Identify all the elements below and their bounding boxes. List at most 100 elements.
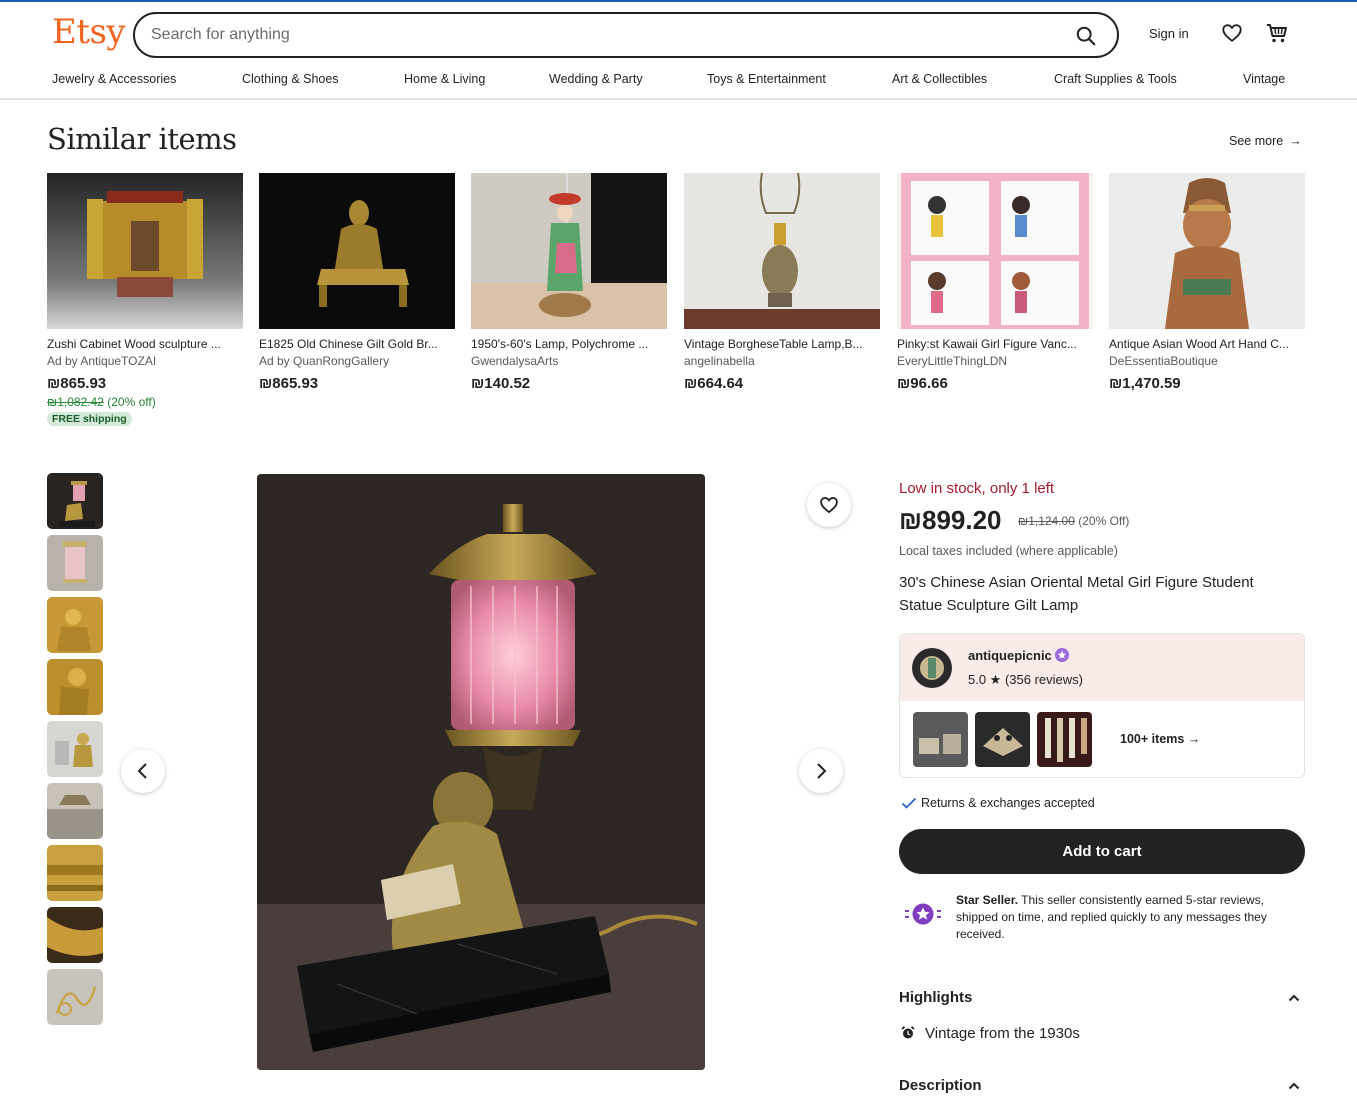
gallery-thumbnail[interactable]	[47, 597, 103, 653]
item-title: Vintage BorgheseTable Lamp,B...	[684, 337, 863, 351]
similar-item-card[interactable]: Antique Asian Wood Art Hand C... DeEssen…	[1109, 173, 1305, 392]
gallery-thumbnail[interactable]	[47, 845, 103, 901]
item-price: ₪865.93	[259, 375, 319, 392]
shop-item-thumbnail[interactable]	[913, 712, 968, 767]
gallery-thumbnail[interactable]	[47, 907, 103, 963]
shop-card-header	[900, 634, 1304, 701]
header-divider	[0, 98, 1357, 100]
category-clothing[interactable]: Clothing & Shoes	[242, 72, 339, 86]
sign-in-link[interactable]: Sign in	[1149, 26, 1189, 41]
item-image[interactable]	[47, 173, 243, 329]
item-price: ₪865.93	[47, 375, 107, 392]
discount-percent: (20% Off)	[1078, 514, 1130, 528]
checkmark-icon	[901, 797, 917, 809]
similar-item-card[interactable]: E1825 Old Chinese Gilt Gold Br... Ad by …	[259, 173, 455, 392]
item-price: ₪96.66	[897, 375, 948, 392]
shop-rating[interactable]: 5.0 ★ (356 reviews)	[968, 672, 1083, 688]
search-bar[interactable]	[133, 12, 1119, 58]
item-price: ₪140.52	[471, 375, 531, 392]
item-discount-percent: (20% off)	[107, 395, 156, 409]
top-accent-line	[0, 0, 1357, 2]
highlights-heading[interactable]: Highlights	[899, 989, 972, 1006]
etsy-logo[interactable]: Etsy	[52, 12, 126, 52]
highlight-vintage: Vintage from the 1930s	[901, 1025, 1080, 1042]
alarm-clock-icon	[901, 1026, 915, 1039]
category-home[interactable]: Home & Living	[404, 72, 485, 86]
item-title: 1950's-60's Lamp, Polychrome ...	[471, 337, 649, 351]
search-input[interactable]	[151, 24, 1031, 46]
add-to-cart-button[interactable]: Add to cart	[899, 829, 1305, 874]
favorites-heart-icon[interactable]	[1221, 22, 1243, 44]
category-jewelry[interactable]: Jewelry & Accessories	[52, 72, 176, 86]
similar-item-card[interactable]: Pinky:st Kawaii Girl Figure Vanc... Ever…	[897, 173, 1093, 392]
star-seller-title: Star Seller.	[956, 893, 1019, 907]
shop-item-thumbnail[interactable]	[1037, 712, 1092, 767]
similar-item-card[interactable]: Zushi Cabinet Wood sculpture ... Ad by A…	[47, 173, 243, 427]
cart-icon[interactable]	[1265, 21, 1289, 45]
product-title: 30's Chinese Asian Oriental Metal Girl F…	[899, 574, 1254, 614]
item-title: Antique Asian Wood Art Hand C...	[1109, 337, 1289, 351]
item-image[interactable]	[471, 173, 667, 329]
item-seller: Ad by AntiqueTOZAI	[47, 354, 157, 368]
description-heading[interactable]: Description	[899, 1077, 982, 1094]
similar-item-card[interactable]: Vintage BorgheseTable Lamp,B... angelina…	[684, 173, 880, 392]
gallery-thumbnail-selected[interactable]	[47, 473, 103, 529]
star-seller-icon	[905, 903, 941, 925]
chevron-up-icon[interactable]	[1287, 991, 1301, 1005]
item-image[interactable]	[897, 173, 1093, 329]
see-more-link[interactable]: See more →	[1229, 134, 1302, 148]
item-price: ₪664.64	[684, 375, 744, 392]
more-items-label: 100+ items	[1120, 732, 1185, 746]
item-image[interactable]	[684, 173, 880, 329]
item-discount: ₪1,082.42 (20% off)	[47, 395, 243, 409]
arrow-right-icon: →	[1289, 134, 1302, 148]
search-icon[interactable]	[1075, 25, 1097, 47]
returns-label: Returns & exchanges accepted	[921, 796, 1095, 810]
gallery-thumbnail[interactable]	[47, 969, 103, 1025]
see-more-label: See more	[1229, 134, 1284, 148]
chevron-left-icon	[137, 763, 147, 779]
category-craft[interactable]: Craft Supplies & Tools	[1054, 72, 1177, 86]
arrow-right-icon: →	[1187, 732, 1201, 746]
item-image[interactable]	[259, 173, 455, 329]
stock-status: Low in stock, only 1 left	[899, 480, 1055, 497]
gallery-thumbnail[interactable]	[47, 721, 103, 777]
returns-policy: Returns & exchanges accepted	[901, 796, 1095, 810]
favorite-button[interactable]	[807, 483, 851, 527]
category-art[interactable]: Art & Collectibles	[892, 72, 987, 86]
item-seller: angelinabella	[684, 354, 755, 368]
highlight-label: Vintage from the 1930s	[925, 1025, 1080, 1042]
item-title: E1825 Old Chinese Gilt Gold Br...	[259, 337, 438, 351]
previous-image-button[interactable]	[121, 749, 165, 793]
shop-more-items-link[interactable]: 100+ items →	[1120, 732, 1200, 746]
item-seller: DeEssentiaBoutique	[1109, 354, 1218, 368]
gallery-thumbnail[interactable]	[47, 783, 103, 839]
free-shipping-badge: FREE shipping	[47, 412, 132, 426]
chevron-up-icon[interactable]	[1287, 1079, 1301, 1093]
chevron-right-icon	[817, 763, 827, 779]
item-title: Pinky:st Kawaii Girl Figure Vanc...	[897, 337, 1077, 351]
shop-card[interactable]: antiquepicnic 5.0 ★ (356 reviews) 100+ i…	[899, 633, 1305, 778]
gallery-thumbnail[interactable]	[47, 535, 103, 591]
next-image-button[interactable]	[799, 749, 843, 793]
tax-note: Local taxes included (where applicable)	[899, 544, 1118, 558]
category-toys[interactable]: Toys & Entertainment	[707, 72, 826, 86]
original-price-block: ₪1,124.00 (20% Off)	[1018, 514, 1129, 528]
main-product-image[interactable]	[257, 474, 705, 1070]
item-image[interactable]	[1109, 173, 1305, 329]
original-price: ₪1,124.00	[1018, 514, 1075, 528]
shop-name[interactable]: antiquepicnic	[968, 648, 1052, 663]
gallery-thumbnail[interactable]	[47, 659, 103, 715]
category-wedding[interactable]: Wedding & Party	[549, 72, 643, 86]
item-seller: EveryLittleThingLDN	[897, 354, 1008, 368]
shop-item-thumbnail[interactable]	[975, 712, 1030, 767]
item-price: ₪1,470.59	[1109, 375, 1181, 392]
star-seller-note: Star Seller. This seller consistently ea…	[956, 892, 1306, 943]
shop-avatar[interactable]	[912, 648, 952, 688]
item-original-price: ₪1,082.42	[47, 395, 104, 409]
similar-item-card[interactable]: 1950's-60's Lamp, Polychrome ... Gwendal…	[471, 173, 667, 392]
current-price: ₪899.20	[899, 505, 1002, 535]
category-vintage[interactable]: Vintage	[1243, 72, 1285, 86]
item-title: Zushi Cabinet Wood sculpture ...	[47, 337, 221, 351]
item-seller: Ad by QuanRongGallery	[259, 354, 390, 368]
